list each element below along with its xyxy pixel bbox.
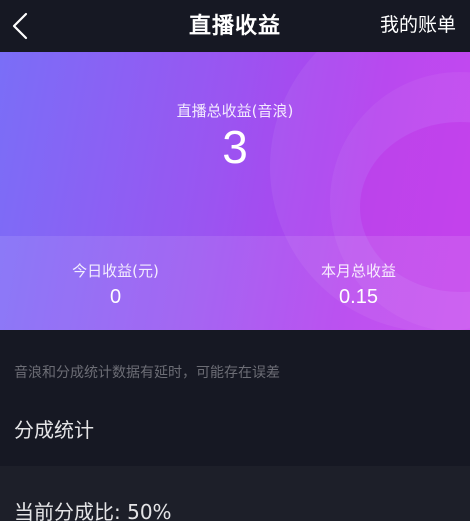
earnings-banner: 直播总收益(音浪) 3 今日收益(元) 0 本月总收益 0.15 — [0, 52, 470, 330]
share-ratio-row: 当前分成比: 50% — [0, 466, 470, 521]
month-earnings-value: 0.15 — [339, 286, 378, 308]
back-button[interactable] — [6, 6, 40, 46]
delay-notice: 音浪和分成统计数据有延时，可能存在误差 — [14, 365, 280, 381]
earnings-stats-strip: 今日收益(元) 0 本月总收益 0.15 — [0, 236, 470, 330]
section-title: 分成统计 — [14, 418, 94, 442]
month-earnings-label: 本月总收益 — [320, 262, 396, 280]
today-earnings-value: 0 — [109, 286, 122, 308]
month-earnings-stat: 本月总收益 0.15 — [241, 236, 470, 330]
my-bill-link[interactable]: 我的账单 — [380, 10, 456, 37]
total-earnings-label: 直播总收益(音浪) — [176, 102, 294, 120]
top-nav-bar: 直播收益 我的账单 — [0, 0, 470, 52]
share-ratio-text: 当前分成比: 50% — [14, 500, 172, 521]
today-earnings-stat: 今日收益(元) 0 — [0, 236, 233, 330]
total-earnings-value: 3 — [222, 121, 248, 173]
today-earnings-label: 今日收益(元) — [72, 262, 159, 280]
chevron-left-icon — [12, 12, 28, 40]
